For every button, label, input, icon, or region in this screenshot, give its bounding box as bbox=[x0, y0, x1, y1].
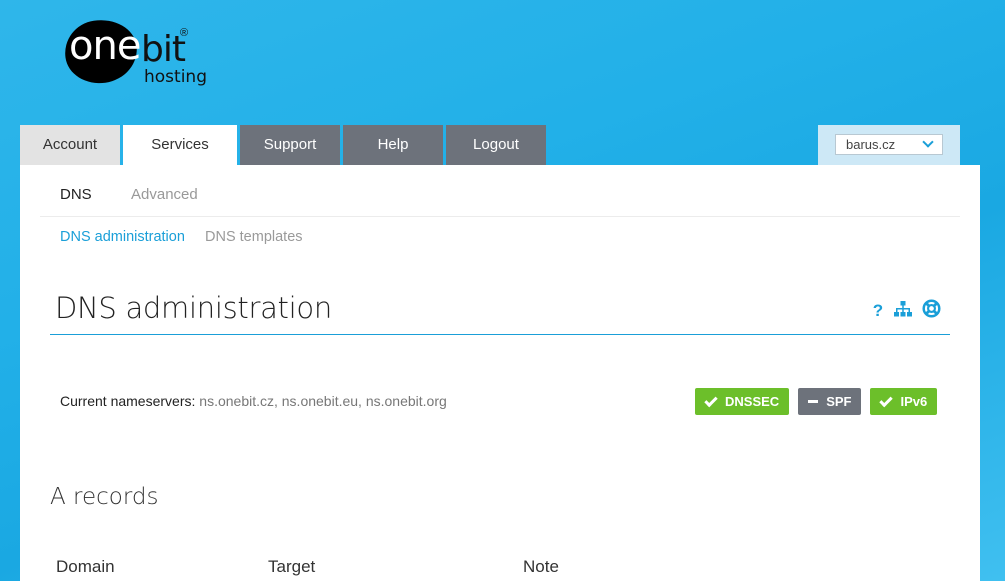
domain-select-value: barus.cz bbox=[846, 137, 896, 152]
onebit-logo[interactable]: one bit ® hosting bbox=[60, 15, 215, 90]
logo-registered-mark: ® bbox=[180, 27, 189, 39]
nameservers-value: ns.onebit.cz, ns.onebit.eu, ns.onebit.or… bbox=[199, 393, 447, 409]
ipv6-badge-label: IPv6 bbox=[900, 394, 928, 409]
tab-support[interactable]: Support bbox=[240, 125, 340, 165]
check-icon bbox=[704, 393, 718, 407]
logo-tagline: hosting bbox=[144, 67, 207, 87]
lifebuoy-icon[interactable] bbox=[922, 299, 941, 323]
main-panel: DNS Advanced DNS administration DNS temp… bbox=[20, 165, 980, 581]
domain-switcher: barus.cz bbox=[818, 125, 960, 165]
column-header-domain: Domain bbox=[56, 557, 115, 576]
page-title: DNS administration bbox=[55, 291, 332, 325]
spf-badge[interactable]: SPF bbox=[798, 388, 862, 415]
subsubnav-dns-administration[interactable]: DNS administration bbox=[60, 228, 185, 246]
subsubnav-dns-templates[interactable]: DNS templates bbox=[205, 228, 303, 246]
spf-badge-label: SPF bbox=[826, 394, 852, 409]
nameservers-label: Current nameservers: bbox=[60, 393, 196, 409]
column-header-target: Target bbox=[268, 557, 316, 576]
tab-help[interactable]: Help bbox=[343, 125, 443, 165]
help-icon[interactable]: ? bbox=[872, 301, 884, 321]
tab-services[interactable]: Services bbox=[123, 125, 237, 166]
column-header-note: Note bbox=[523, 557, 559, 576]
domain-select[interactable]: barus.cz bbox=[835, 134, 943, 155]
subnav-dns[interactable]: DNS bbox=[60, 186, 92, 204]
main-tabs: Account Services Support Help Logout bbox=[20, 125, 549, 166]
check-icon bbox=[879, 393, 894, 407]
tab-logout[interactable]: Logout bbox=[446, 125, 546, 165]
dash-icon bbox=[808, 400, 819, 403]
subnav: DNS Advanced bbox=[40, 165, 960, 217]
feature-badges: DNSSEC SPF IPv6 bbox=[695, 388, 946, 415]
dnssec-badge-label: DNSSEC bbox=[725, 394, 780, 409]
ipv6-badge[interactable]: IPv6 bbox=[870, 388, 938, 415]
logo-word-one: one bbox=[69, 23, 141, 69]
sitemap-icon[interactable] bbox=[894, 300, 912, 322]
a-records-title: A records bbox=[50, 484, 159, 510]
logo-word-bit: bit bbox=[141, 29, 186, 70]
subnav-advanced[interactable]: Advanced bbox=[131, 186, 198, 204]
chevron-down-icon bbox=[922, 136, 934, 148]
title-actions: ? bbox=[862, 299, 941, 323]
dnssec-badge[interactable]: DNSSEC bbox=[695, 388, 790, 415]
title-divider bbox=[50, 334, 950, 335]
current-nameservers: Current nameservers: ns.onebit.cz, ns.on… bbox=[60, 393, 447, 409]
tab-account[interactable]: Account bbox=[20, 125, 120, 165]
